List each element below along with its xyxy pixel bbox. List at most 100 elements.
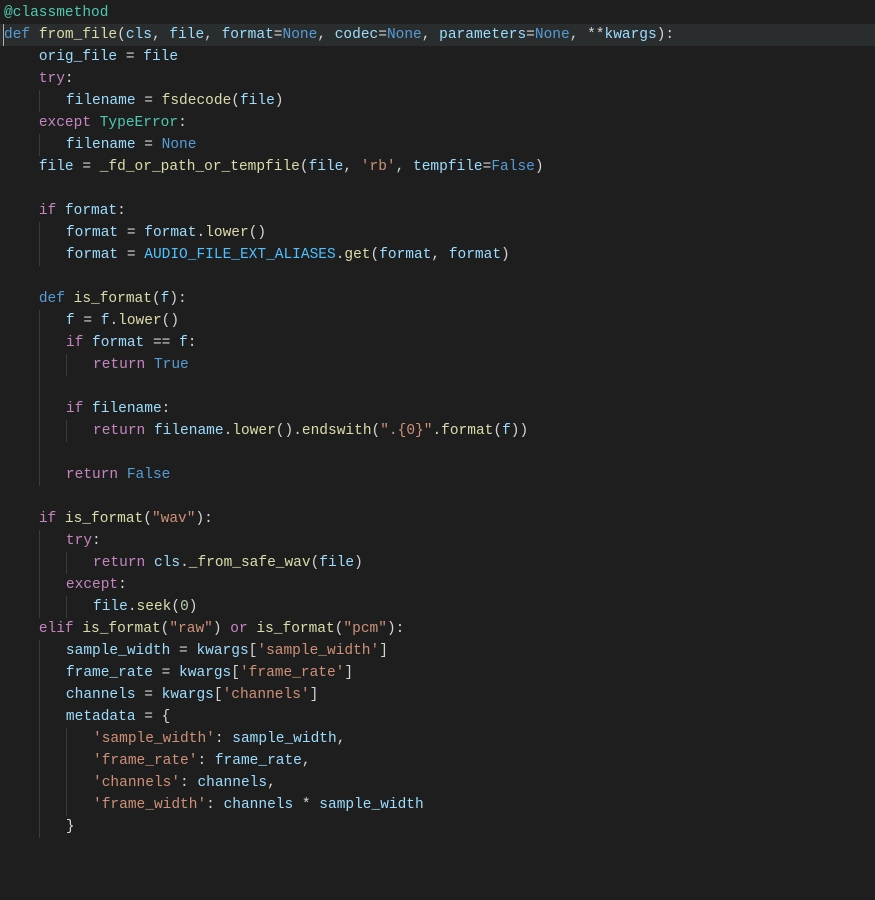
code-line[interactable]: file = _fd_or_path_or_tempfile(file, 'rb… (0, 156, 875, 178)
code-line[interactable] (0, 266, 875, 288)
code-line[interactable] (0, 178, 875, 200)
fn: is_format (65, 511, 143, 527)
eq: = (118, 225, 144, 241)
comma: , (422, 27, 439, 43)
string: 'channels' (223, 687, 310, 703)
number: 0 (180, 599, 189, 615)
op: * (293, 797, 319, 813)
keyword-return: return (93, 555, 154, 571)
keyword-or: or (222, 621, 257, 637)
fn: is_format (74, 291, 152, 307)
method: seek (137, 599, 172, 615)
code-line[interactable] (0, 442, 875, 464)
string: 'frame_width' (93, 797, 206, 813)
code-line[interactable]: 'frame_width': channels * sample_width (0, 794, 875, 816)
code-line[interactable]: file.seek(0) (0, 596, 875, 618)
code-line[interactable]: def from_file(cls, file, format=None, co… (0, 24, 875, 46)
code-line[interactable]: return False (0, 464, 875, 486)
var: f (502, 423, 511, 439)
eq: = (136, 709, 162, 725)
param: kwargs (605, 27, 657, 43)
code-line[interactable]: sample_width = kwargs['sample_width'] (0, 640, 875, 662)
string: 'channels' (93, 775, 180, 791)
code-line[interactable]: filename = None (0, 134, 875, 156)
keyword-if: if (39, 511, 65, 527)
code-line[interactable]: } (0, 816, 875, 838)
function-name: from_file (39, 27, 117, 43)
colon: : (178, 115, 187, 131)
code-line[interactable]: try: (0, 68, 875, 90)
var: sample_width (66, 643, 170, 659)
brace: { (162, 709, 171, 725)
bool: False (491, 159, 535, 175)
code-line[interactable]: return filename.lower().endswith(".{0}".… (0, 420, 875, 442)
var: sample_width (232, 731, 336, 747)
colon: : (665, 27, 674, 43)
code-line[interactable]: def is_format(f): (0, 288, 875, 310)
var: format (65, 203, 117, 219)
colon: : (188, 335, 197, 351)
code-line[interactable]: orig_file = file (0, 46, 875, 68)
eq: = (274, 27, 283, 43)
code-line[interactable]: except: (0, 574, 875, 596)
kwarg: tempfile (413, 159, 483, 175)
keyword-elif: elif (39, 621, 83, 637)
keyword-return: return (93, 423, 154, 439)
code-line[interactable]: return cls._from_safe_wav(file) (0, 552, 875, 574)
code-line[interactable]: if format == f: (0, 332, 875, 354)
code-line[interactable]: f = f.lower() (0, 310, 875, 332)
string: ".{0}" (380, 423, 432, 439)
cursor-icon (3, 24, 4, 46)
string: 'frame_rate' (240, 665, 344, 681)
code-editor[interactable]: @classmethod def from_file(cls, file, fo… (0, 0, 875, 838)
code-line[interactable]: format = format.lower() (0, 222, 875, 244)
code-line[interactable] (0, 376, 875, 398)
code-line[interactable]: 'channels': channels, (0, 772, 875, 794)
code-line[interactable]: @classmethod (0, 2, 875, 24)
var: format (66, 225, 118, 241)
eq: = (74, 159, 100, 175)
param: format (222, 27, 274, 43)
code-line[interactable] (0, 486, 875, 508)
code-line[interactable]: format = AUDIO_FILE_EXT_ALIASES.get(form… (0, 244, 875, 266)
var: format (379, 247, 431, 263)
code-line[interactable]: if format: (0, 200, 875, 222)
op: == (144, 335, 179, 351)
comma: , (152, 27, 169, 43)
code-line[interactable]: filename = fsdecode(file) (0, 90, 875, 112)
decorator-at: @ (4, 5, 13, 21)
var: format (449, 247, 501, 263)
code-line[interactable]: elif is_format("raw") or is_format("pcm"… (0, 618, 875, 640)
var: frame_rate (215, 753, 302, 769)
string: "wav" (152, 511, 196, 527)
code-line[interactable]: except TypeError: (0, 112, 875, 134)
code-line[interactable]: 'frame_rate': frame_rate, (0, 750, 875, 772)
var: orig_file (39, 49, 117, 65)
var: file (143, 49, 178, 65)
param: file (169, 27, 204, 43)
code-line[interactable]: return True (0, 354, 875, 376)
code-line[interactable]: channels = kwargs['channels'] (0, 684, 875, 706)
brace: } (66, 819, 75, 835)
code-line[interactable]: try: (0, 530, 875, 552)
code-line[interactable]: if is_format("wav"): (0, 508, 875, 530)
cls: cls (154, 555, 180, 571)
code-line[interactable]: metadata = { (0, 706, 875, 728)
code-line[interactable]: frame_rate = kwargs['frame_rate'] (0, 662, 875, 684)
const: AUDIO_FILE_EXT_ALIASES (144, 247, 335, 263)
eq: = (153, 665, 179, 681)
keyword-except: except (66, 577, 118, 593)
none: None (387, 27, 422, 43)
eq: = (118, 247, 144, 263)
method: lower (205, 225, 249, 241)
colon: : (118, 577, 127, 593)
var: channels (197, 775, 267, 791)
none: None (162, 137, 197, 153)
code-line[interactable]: if filename: (0, 398, 875, 420)
var: kwargs (196, 643, 248, 659)
var: file (319, 555, 354, 571)
none: None (535, 27, 570, 43)
code-line[interactable]: 'sample_width': sample_width, (0, 728, 875, 750)
keyword-if: if (66, 401, 92, 417)
var: channels (66, 687, 136, 703)
